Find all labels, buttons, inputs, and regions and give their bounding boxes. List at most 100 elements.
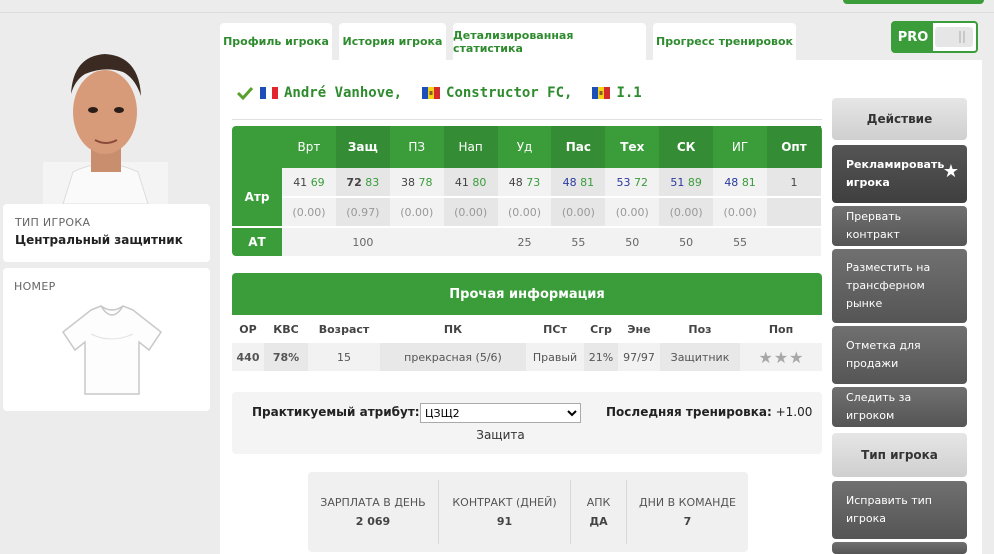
other-value: 440 [232,343,264,371]
checkmark-icon [236,86,254,100]
player-name[interactable]: André Vanhove, [284,85,402,101]
player-header: André Vanhove, Constructor FC, I.1 [236,85,642,101]
other-header: ОР [232,315,264,343]
transfer-market-button[interactable]: Разместить на трансферном рынке [832,249,967,323]
tab-history[interactable]: История игрока [339,23,446,60]
attr-value-cell: 48 81 [551,168,606,196]
attr-value-cell: 53 72 [605,168,660,196]
player-avatar [43,54,168,204]
attr-change-cell: (0.00) [497,198,552,226]
player-photo-card [3,24,210,204]
actions-header: Действие [832,98,967,140]
other-value: Правый [526,343,584,371]
mark-for-sale-button[interactable]: Отметка для продажи [832,326,967,384]
tab-training-progress[interactable]: Прогресс тренировок [653,23,796,60]
pro-switch[interactable] [935,27,973,47]
other-info-table: ОР КВС Возраст ПК ПСт Сгр Эне Поз Поп 44… [232,315,822,371]
top-divider [0,12,994,13]
attr-value-cell: 41 69 [282,168,336,196]
practice-panel: Практикуемый атрибут: ЦЗЩ2 Защита Послед… [232,392,822,454]
attr-value-cell: 41 80 [443,168,498,196]
more-actions-button[interactable] [832,542,967,554]
advertise-player-button[interactable]: Рекламировать игрока ★ [832,145,967,203]
at-cell [282,228,336,256]
league-flag-icon [592,87,611,99]
at-cell [389,228,444,256]
top-accent-bar [843,0,984,4]
attr-change-cell: (0.97) [335,198,390,226]
at-cell: 50 [659,228,714,256]
tab-detailed-stats[interactable]: Детализированная статистика [453,23,646,60]
attr-change-cell: (0.00) [605,198,660,226]
practice-category: Защита [476,428,525,442]
other-value: 97/97 [618,343,660,371]
other-header: ПК [380,315,526,343]
at-cell: 25 [497,228,552,256]
league-name[interactable]: I.1 [616,85,641,101]
contract-apk: АПК ДА [571,480,627,544]
popularity-stars: ★ ★ ★ [740,343,822,371]
follow-player-button[interactable]: Следить за игроком [832,387,967,427]
attributes-header-row: Врт Защ ПЗ Нап Уд Пас Тех СК ИГ Опт [232,126,822,168]
player-type-label: ТИП ИГРОКА [15,216,91,229]
at-cell: 50 [605,228,660,256]
other-header: Эне [618,315,660,343]
contract-days-in-team: ДНИ В КОМАНДЕ 7 [639,496,736,528]
fix-player-type-button[interactable]: Исправить тип игрока [832,481,967,539]
attr-changes-row: (0.00) (0.97) (0.00) (0.00) (0.00) (0.00… [282,198,822,226]
at-cell: 100 [335,228,390,256]
attributes-table: Врт Защ ПЗ Нап Уд Пас Тех СК ИГ Опт Атр … [232,126,822,256]
other-header: Сгр [584,315,618,343]
practice-label: Практикуемый атрибут: [252,405,420,419]
at-row: АТ 100 25 55 50 50 55 [232,228,822,256]
other-header: Поз [660,315,740,343]
france-flag-icon [260,87,278,99]
other-value: Защитник [660,343,740,371]
attr-change-cell: (0.00) [282,198,336,226]
star-icon: ★ [789,347,804,367]
attr-change-cell: (0.00) [389,198,444,226]
other-header: КВС [264,315,308,343]
attr-header: Пас [551,126,606,168]
attr-header: Опт [767,126,821,168]
pro-toggle[interactable]: PRO [891,21,978,53]
practice-attribute-select[interactable]: ЦЗЩ2 [420,403,581,423]
other-header: Поп [740,315,822,343]
attr-header: Врт [297,140,321,154]
other-info-header-row: ОР КВС Возраст ПК ПСт Сгр Эне Поз Поп [232,315,822,343]
player-number-label: НОМЕР [14,280,56,293]
attr-header: Тех [620,140,645,154]
attr-change-cell: (0.00) [443,198,498,226]
other-info-values-row: 440 78% 15 прекрасная (5/6) Правый 21% 9… [232,343,822,371]
attr-value-cell: 48 73 [497,168,552,196]
other-info-title: Прочая информация [232,273,822,315]
attr-header: Защ [335,126,390,168]
player-type-card: ТИП ИГРОКА Центральный защитник [3,204,210,262]
other-value: 21% [584,343,618,371]
attr-change-cell [767,198,821,226]
other-header: Возраст [308,315,380,343]
contract-days: КОНТРАКТ (ДНЕЙ) 91 [439,480,571,544]
star-icon: ★ [942,161,959,182]
attr-value-cell: 72 83 [335,168,390,196]
attr-header: ПЗ [408,140,426,154]
shirt-icon [61,305,163,395]
player-type-value: Центральный защитник [15,233,183,247]
at-cell: 55 [551,228,606,256]
terminate-contract-button[interactable]: Прервать контракт [832,206,967,246]
pro-label: PRO [893,23,933,51]
attr-value-cell: 48 81 [713,168,768,196]
tab-profile[interactable]: Профиль игрока [220,23,332,60]
contract-salary: ЗАРПЛАТА В ДЕНЬ 2 069 [308,480,439,544]
other-header: ПСт [526,315,584,343]
attr-value-cell: 51 89 [659,168,714,196]
club-name[interactable]: Constructor FC, [446,85,572,101]
other-value: 78% [264,343,308,371]
contract-panel: ЗАРПЛАТА В ДЕНЬ 2 069 КОНТРАКТ (ДНЕЙ) 91 А… [308,472,748,552]
attr-change-cell: (0.00) [551,198,606,226]
attr-values-row: 41 69 72 83 38 78 41 80 48 73 48 81 53 7… [282,168,822,196]
attributes-corner [232,126,282,168]
at-cell [443,228,498,256]
at-row-label: АТ [232,228,282,256]
attr-row-label: Атр [232,168,282,226]
